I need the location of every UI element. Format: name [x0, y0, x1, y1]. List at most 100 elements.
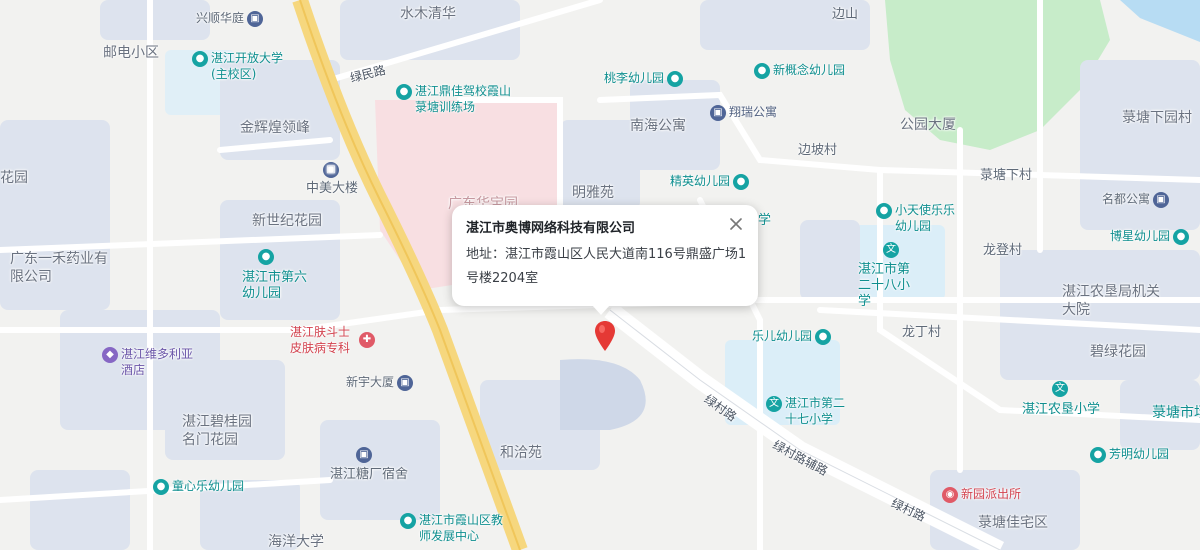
- kindergarten-icon: ●: [754, 63, 770, 79]
- building-block: [930, 470, 1080, 550]
- building-icon: ▣: [710, 105, 726, 121]
- map-label: 菉塘市场: [1152, 405, 1200, 421]
- poi-label: 博星幼儿园: [1110, 229, 1171, 243]
- map-label: 菉塘下村: [980, 168, 1033, 183]
- map-label: 湛江糖厂宿舍: [330, 467, 409, 482]
- building-icon: ▣: [323, 162, 339, 178]
- poi-xinyuan-pcs[interactable]: ◉ 新园派出所: [942, 486, 1021, 503]
- poi-di27[interactable]: 文 湛江市第二十七小学: [766, 395, 849, 427]
- map-label: 和洽苑: [500, 445, 542, 461]
- poi-jiaoshi[interactable]: ● 湛江市霞山区教师发展中心: [400, 512, 503, 544]
- map-label: 湛江市第六幼儿园: [242, 270, 308, 301]
- location-marker[interactable]: [593, 320, 617, 356]
- poi-weiduoliya[interactable]: ◆ 湛江维多利亚酒店: [102, 346, 201, 378]
- map-label: 水木清华: [400, 6, 456, 22]
- kindergarten-icon: ●: [815, 329, 832, 345]
- poi-jingying[interactable]: 精英幼儿园 ●: [670, 173, 750, 190]
- poi-xiaotianshi[interactable]: ● 小天使乐乐幼儿园: [876, 202, 961, 234]
- poi-label: 湛江市第二十七小学: [785, 396, 846, 426]
- poi-label: 新概念幼儿园: [773, 63, 846, 77]
- map-label: 新世纪花园: [252, 213, 322, 229]
- poi-nongken-xiaoxue[interactable]: 文: [1052, 380, 1068, 397]
- poi-label: 精英幼儿园: [670, 174, 731, 188]
- poi-label: 童心乐幼儿园: [172, 479, 245, 493]
- map-label: 花园: [0, 170, 28, 186]
- info-window-title: 湛江市奥博网络科技有限公司: [466, 221, 636, 236]
- poi-tangchang[interactable]: ▣: [356, 446, 372, 463]
- poi-zhanjiang-open-univ[interactable]: ● 湛江开放大学(主校区): [192, 50, 289, 82]
- poi-label: 湛江开放大学(主校区): [211, 51, 284, 81]
- building-icon: ▣: [1153, 192, 1170, 208]
- poi-diliu-kg[interactable]: ●: [258, 248, 274, 265]
- map-label: 湛江碧桂园名门花园: [182, 414, 252, 448]
- building-icon: ▣: [397, 375, 414, 391]
- building-icon: ▣: [247, 11, 264, 27]
- poi-taoli[interactable]: 桃李幼儿园 ●: [604, 70, 684, 87]
- poi-label: 乐儿幼儿园: [752, 329, 813, 343]
- location-pin-icon: ●: [396, 84, 412, 100]
- building-block: [30, 470, 130, 550]
- kindergarten-icon: ●: [667, 71, 684, 87]
- plaza-area: [560, 359, 646, 430]
- map-label: 南海公寓: [630, 118, 686, 134]
- poi-dingjia[interactable]: ● 湛江鼎佳驾校霞山菉塘训练场: [396, 83, 511, 115]
- map-label: 广东一禾药业有限公司: [10, 251, 108, 285]
- building-block: [100, 0, 210, 40]
- map-view[interactable]: 水木清华 边山 邮电小区 绿民路 南海公寓 公园大厦 菉塘下园村 金辉煌领峰 边…: [0, 0, 1200, 550]
- map-label: 龙登村: [983, 243, 1023, 258]
- kindergarten-icon: ●: [258, 249, 274, 265]
- location-pin-icon: ●: [400, 513, 416, 529]
- poi-bobing[interactable]: 博星幼儿园 ●: [1110, 228, 1190, 245]
- poi-label: 湛江肤斗士皮肤病专科: [290, 325, 351, 355]
- map-label: 湛江市第二十八小学: [858, 262, 911, 309]
- map-label: 海洋大学: [268, 534, 324, 550]
- map-label: 龙丁村: [902, 325, 942, 340]
- river: [1120, 0, 1200, 42]
- school-icon: ●: [192, 51, 208, 67]
- poi-fangming[interactable]: ● 芳明幼儿园: [1090, 446, 1169, 463]
- school-icon: 文: [1052, 381, 1068, 397]
- poi-leer[interactable]: 乐儿幼儿园 ●: [752, 328, 832, 345]
- poi-label: 名都公寓: [1102, 192, 1151, 206]
- info-window-pointer: [592, 305, 610, 315]
- poi-di28[interactable]: 文: [883, 241, 899, 258]
- poi-label: 芳明幼儿园: [1109, 447, 1170, 461]
- map-label: 中美大楼: [306, 181, 359, 196]
- poi-label: 新园派出所: [961, 487, 1022, 501]
- map-label: 湛江农垦局机关大院: [1062, 284, 1160, 318]
- poi-xiangrui[interactable]: ▣ 翔瑞公寓: [710, 104, 777, 121]
- building-block: [800, 220, 860, 300]
- close-button[interactable]: [726, 214, 746, 234]
- poi-xinyu[interactable]: 新宇大厦 ▣: [346, 374, 414, 391]
- poi-label: 桃李幼儿园: [604, 71, 665, 85]
- map-label: 菉塘下园村: [1122, 110, 1192, 126]
- school-icon: 文: [766, 396, 782, 412]
- kindergarten-icon: ●: [733, 174, 750, 190]
- map-label: 碧绿花园: [1090, 344, 1146, 360]
- building-icon: ▣: [356, 447, 372, 463]
- building-marker: ▣: [323, 161, 339, 178]
- map-pin-icon: [595, 321, 615, 351]
- poi-tongxin[interactable]: ● 童心乐幼儿园: [153, 478, 244, 495]
- map-label: 明雅苑: [572, 185, 614, 201]
- map-label: 公园大厦: [900, 117, 956, 133]
- info-window: 湛江市奥博网络科技有限公司 地址：湛江市霞山区人民大道南116号鼎盛广场1号楼2…: [452, 205, 758, 315]
- hotel-icon: ◆: [102, 347, 118, 363]
- kindergarten-icon: ●: [153, 479, 169, 495]
- poi-xingshun[interactable]: 兴顺华庭 ▣: [196, 10, 264, 27]
- poi-mingdu[interactable]: 名都公寓 ▣: [1102, 191, 1170, 208]
- poi-pifu[interactable]: 湛江肤斗士皮肤病专科 ✚: [290, 324, 375, 356]
- hospital-icon: ✚: [359, 332, 375, 348]
- poi-label: 湛江鼎佳驾校霞山菉塘训练场: [415, 84, 512, 114]
- kindergarten-icon: ●: [876, 203, 892, 219]
- poi-xingainian[interactable]: ● 新概念幼儿园: [754, 62, 845, 79]
- poi-label: 兴顺华庭: [196, 11, 245, 25]
- poi-label: 湛江维多利亚酒店: [121, 347, 194, 377]
- map-label: 邮电小区: [103, 45, 159, 61]
- close-icon: [730, 218, 742, 230]
- map-label: 边山: [832, 7, 859, 22]
- kindergarten-icon: ●: [1090, 447, 1106, 463]
- kindergarten-icon: ●: [1173, 229, 1190, 245]
- school-icon: 文: [883, 242, 899, 258]
- police-icon: ◉: [942, 487, 958, 503]
